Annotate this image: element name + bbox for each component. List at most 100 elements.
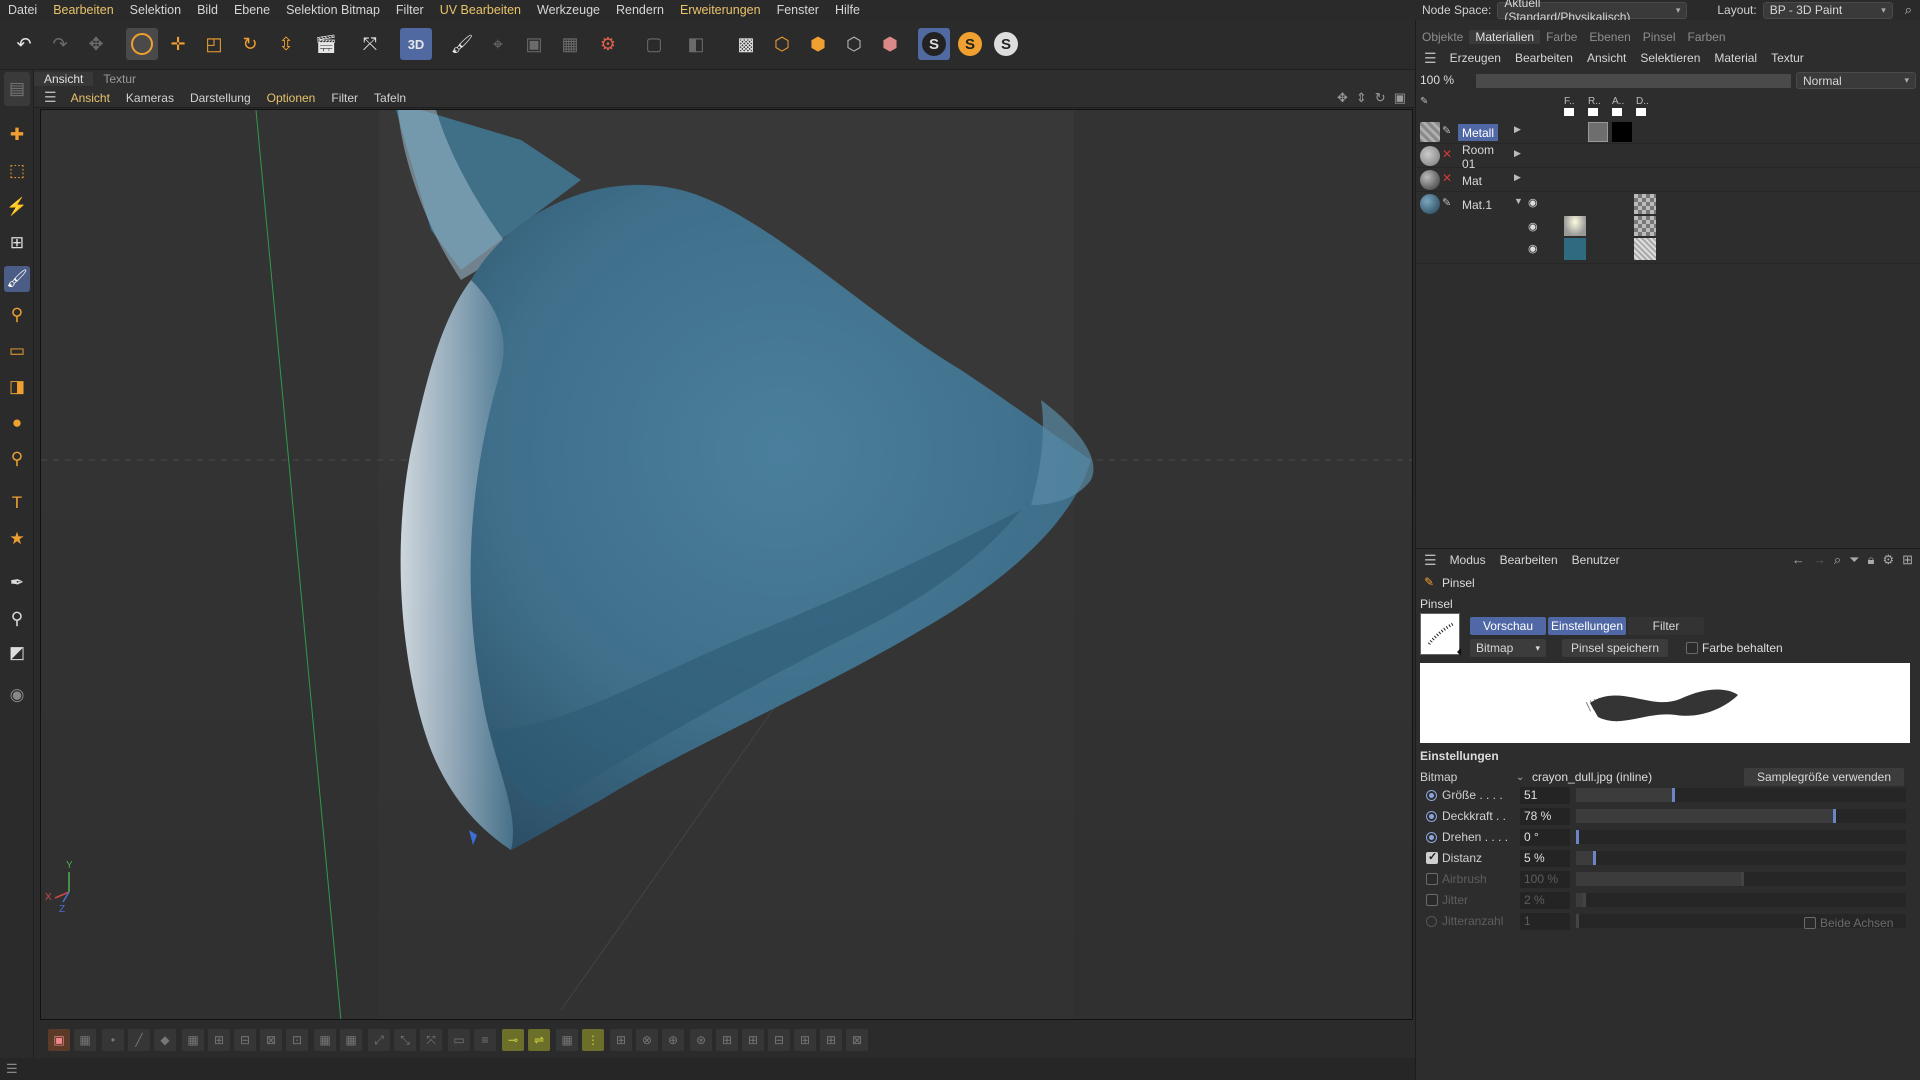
property-value-field[interactable]: 100 % (1520, 870, 1570, 888)
cube-wire-icon[interactable]: ⬡ (838, 28, 870, 60)
property-value-field[interactable]: 5 % (1520, 849, 1570, 867)
channel-header-r[interactable]: R.. (1588, 96, 1601, 107)
property-slider[interactable] (1576, 830, 1906, 844)
property-value-field[interactable]: 1 (1520, 912, 1570, 930)
layer-icon[interactable]: ◧ (680, 28, 712, 60)
viewport-menu-filter[interactable]: Filter (323, 91, 366, 105)
search-icon[interactable]: ⌕ (1905, 2, 1912, 18)
blend-mode-dropdown[interactable]: Normal ▾ (1796, 72, 1916, 89)
property-slider[interactable] (1576, 851, 1906, 865)
select-tool-icon[interactable] (126, 28, 158, 60)
panel-grip-icon[interactable]: ▤ (4, 72, 30, 106)
bake-icon[interactable]: ⊛ (690, 1029, 712, 1051)
status-menu-icon[interactable]: ☰ (6, 1061, 18, 1077)
property-enable-checkbox[interactable] (1426, 850, 1438, 864)
magic-wand-icon[interactable]: ⚡ (4, 194, 30, 220)
new-panel-icon[interactable]: ⊞ (1902, 552, 1913, 568)
channel-header-a[interactable]: A.. (1612, 96, 1624, 107)
mode-edge-icon[interactable]: ╱ (128, 1029, 150, 1051)
property-animate-radio[interactable] (1426, 831, 1437, 843)
transfer-icon[interactable]: ⊞ (794, 1029, 816, 1051)
dolly-icon[interactable]: ⇕ (1356, 90, 1367, 106)
menu-ebene[interactable]: Ebene (226, 3, 278, 17)
optimize-icon[interactable]: ⊗ (636, 1029, 658, 1051)
mirror-icon[interactable]: ⊠ (260, 1029, 282, 1051)
uv-grid-icon[interactable]: ▦ (314, 1029, 336, 1051)
tab-pinsel[interactable]: Pinsel (1637, 30, 1682, 44)
material-name-metall[interactable]: Metall (1458, 124, 1498, 141)
property-slider-knob[interactable] (1833, 809, 1837, 823)
eraser-icon[interactable]: ▭ (4, 338, 30, 364)
export-icon[interactable]: ⊠ (846, 1029, 868, 1051)
menu-fenster[interactable]: Fenster (769, 3, 827, 17)
rotate-tool-icon[interactable]: ↻ (234, 28, 266, 60)
menu-bild[interactable]: Bild (189, 3, 226, 17)
expand-arrow-icon[interactable]: ▶ (1514, 148, 1521, 159)
attributes-menu-modus[interactable]: Modus (1443, 553, 1493, 567)
material-row-mat[interactable]: ✕ Mat ▶ (1416, 168, 1920, 192)
transform-gizmo-icon[interactable]: ⤧ (354, 28, 386, 60)
node-space-dropdown[interactable]: Aktuell (Standard/Physikalisch) ▾ (1497, 0, 1688, 24)
viewport-menu-optionen[interactable]: Optionen (259, 91, 324, 105)
link-uv-icon[interactable]: ⇌ (528, 1029, 550, 1051)
tab-ansicht[interactable]: Ansicht (34, 72, 94, 86)
menu-filter[interactable]: Filter (388, 3, 432, 17)
material-row-metall[interactable]: ✎ Metall ▶ (1416, 120, 1920, 144)
material-name-room01[interactable]: Room 01 (1458, 143, 1498, 171)
pack-uv-icon[interactable]: ▭ (448, 1029, 470, 1051)
bitmap-value[interactable]: crayon_dull.jpg (inline) (1532, 770, 1652, 784)
eye-icon[interactable]: ◉ (1528, 196, 1538, 209)
shape-star-icon[interactable]: ★ (4, 526, 30, 552)
material-row-room01[interactable]: ✕ Room 01 ▶ (1416, 143, 1920, 171)
search-icon[interactable]: ⌕ (1834, 552, 1841, 568)
channel-header-f[interactable]: F.. (1564, 96, 1575, 107)
project-icon[interactable]: ⊕ (662, 1029, 684, 1051)
subtab-einstellungen[interactable]: Einstellungen (1548, 617, 1626, 635)
materials-menu-selektieren[interactable]: Selektieren (1633, 51, 1707, 65)
grid-icon[interactable]: ▦ (182, 1029, 204, 1051)
hamburger-icon[interactable]: ☰ (1416, 50, 1443, 67)
reset-icon[interactable]: ✥ (80, 28, 112, 60)
brush-tool-icon[interactable]: 🖌︎ (4, 266, 30, 292)
zoom-icon[interactable]: ⚲ (4, 606, 30, 632)
material-name-mat[interactable]: Mat (1458, 172, 1498, 189)
lock-icon[interactable]: 🔒︎ (1868, 552, 1875, 568)
cube-icon[interactable]: ⬡ (766, 28, 798, 60)
tab-ebenen[interactable]: Ebenen (1583, 30, 1636, 44)
property-slider-knob[interactable] (1576, 914, 1579, 928)
property-animate-radio[interactable] (1426, 789, 1437, 801)
redo-icon[interactable]: ↷ (44, 28, 76, 60)
rect-select-icon[interactable]: ⬚ (4, 158, 30, 184)
transform-icon[interactable]: ⊞ (4, 230, 30, 256)
property-slider[interactable] (1576, 809, 1906, 823)
layer-uv-icon[interactable]: ⊞ (716, 1029, 738, 1051)
layout-dropdown[interactable]: BP - 3D Paint ▾ (1762, 1, 1893, 19)
paint-3d-icon[interactable]: 3D (400, 28, 432, 60)
property-enable-checkbox[interactable] (1426, 873, 1438, 885)
use-sample-size-button[interactable]: Samplegröße verwenden (1744, 768, 1904, 786)
pan-icon[interactable]: ✥ (1337, 90, 1348, 106)
maximize-icon[interactable]: ▣ (1394, 90, 1406, 106)
menu-selektion[interactable]: Selektion (122, 3, 189, 17)
mode-point-icon[interactable]: • (102, 1029, 124, 1051)
materials-menu-ansicht[interactable]: Ansicht (1580, 51, 1633, 65)
tab-farbe[interactable]: Farbe (1540, 30, 1583, 44)
property-slider[interactable] (1576, 788, 1906, 802)
property-value-field[interactable]: 0 ° (1520, 828, 1570, 846)
uv-icon[interactable]: ▦ (74, 1029, 96, 1051)
s-plugin-3-icon[interactable]: S (990, 28, 1022, 60)
cube-clip-icon[interactable]: ⬢ (874, 28, 906, 60)
attributes-menu-bearbeiten[interactable]: Bearbeiten (1493, 553, 1565, 567)
brush-thumbnail[interactable] (1420, 613, 1461, 656)
menu-hilfe[interactable]: Hilfe (827, 3, 868, 17)
highlight-icon[interactable]: ⋮ (582, 1029, 604, 1051)
move-axis-icon[interactable]: ✚ (4, 122, 30, 148)
materials-menu-bearbeiten[interactable]: Bearbeiten (1508, 51, 1580, 65)
property-slider[interactable] (1576, 872, 1906, 886)
fit-uv-icon[interactable]: ⤧ (420, 1029, 442, 1051)
property-value-field[interactable]: 78 % (1520, 807, 1570, 825)
move-tool-icon[interactable]: ✛ (162, 28, 194, 60)
blur-drop-icon[interactable]: ● (4, 410, 30, 436)
projection-brush-icon[interactable]: ⌖ (482, 28, 514, 60)
property-animate-radio[interactable] (1426, 915, 1437, 927)
